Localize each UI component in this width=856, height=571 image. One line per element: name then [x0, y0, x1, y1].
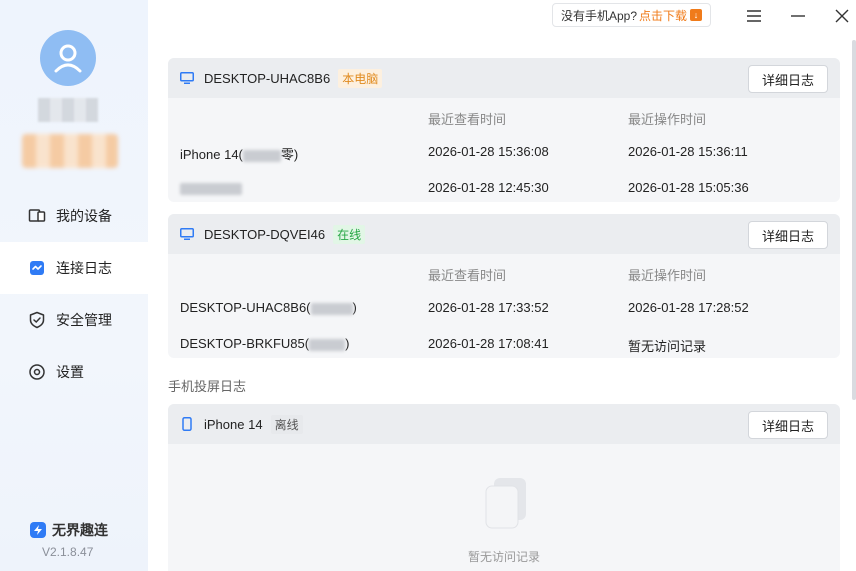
table-row: 2026-01-28 12:45:30 2026-01-28 15:05:36 [168, 170, 840, 202]
last-operation-time: 2026-01-28 15:05:36 [628, 180, 749, 195]
close-icon [835, 9, 849, 23]
download-app-promo[interactable]: 没有手机App? 点击下载 ↓ [552, 3, 712, 27]
device-log-card: DESKTOP-UHAC8B6 本电脑 详细日志 最近查看时间 最近操作时间 i… [168, 58, 840, 202]
brand-name: 无界趣连 [52, 522, 108, 538]
card-header: DESKTOP-UHAC8B6 本电脑 详细日志 [168, 58, 840, 98]
column-header: 最近查看时间 最近操作时间 [168, 98, 840, 134]
empty-state-icon [485, 478, 526, 529]
device-log-card: DESKTOP-DQVEI46 在线 详细日志 最近查看时间 最近操作时间 DE… [168, 214, 840, 358]
section-title-mobile-log: 手机投屏日志 [168, 379, 247, 394]
empty-state-text: 暂无访问记录 [468, 550, 541, 564]
col-last-view: 最近查看时间 [428, 112, 507, 127]
device-name: iPhone 14 [204, 416, 263, 432]
last-view-time: 2026-01-28 17:33:52 [428, 300, 549, 315]
promo-download-link[interactable]: 点击下载 [639, 7, 687, 24]
detail-log-button[interactable]: 详细日志 [748, 411, 828, 439]
detail-log-button[interactable]: 详细日志 [748, 221, 828, 249]
connected-device-name [180, 180, 242, 195]
brand: 无界趣连 [30, 520, 108, 540]
col-last-operation: 最近操作时间 [628, 112, 707, 127]
card-header: DESKTOP-DQVEI46 在线 详细日志 [168, 214, 840, 254]
membership-badge-redacted[interactable] [22, 134, 118, 168]
detail-log-button[interactable]: 详细日志 [748, 65, 828, 93]
log-icon [30, 261, 44, 275]
column-header: 最近查看时间 最近操作时间 [168, 254, 840, 290]
card-header: iPhone 14 离线 详细日志 [168, 404, 840, 444]
monitor-icon [180, 72, 194, 84]
table-row: DESKTOP-UHAC8B6() 2026-01-28 17:33:52 20… [168, 290, 840, 326]
status-badge: 在线 [333, 224, 366, 244]
minimize-icon [791, 15, 805, 17]
last-view-time: 2026-01-28 17:08:41 [428, 336, 549, 351]
sidebar-item-label: 安全管理 [56, 312, 112, 328]
status-badge: 离线 [270, 414, 303, 434]
user-avatar[interactable] [40, 30, 96, 86]
table-row: iPhone 14(零) 2026-01-28 15:36:08 2026-01… [168, 134, 840, 170]
download-icon: ↓ [690, 9, 703, 21]
sidebar-item-connection-log[interactable]: 连接日志 [0, 242, 148, 294]
col-last-view: 最近查看时间 [428, 268, 507, 283]
connected-device-name: DESKTOP-UHAC8B6() [180, 300, 357, 315]
last-view-time: 2026-01-28 15:36:08 [428, 144, 549, 159]
sidebar-item-label: 我的设备 [56, 208, 112, 224]
user-icon [54, 44, 82, 73]
sidebar-item-label: 连接日志 [56, 260, 112, 276]
promo-text: 没有手机App? [561, 8, 638, 23]
version-label: V2.1.8.47 [42, 545, 94, 559]
minimize-button[interactable] [788, 6, 808, 26]
sidebar: 我的设备 连接日志 安全管理 设置 无界趣连 V2.1.8.47 [0, 0, 148, 571]
sidebar-item-my-devices[interactable]: 我的设备 [0, 190, 148, 242]
connected-device-name: DESKTOP-BRKFU85() [180, 336, 350, 351]
last-operation-time: 2026-01-28 15:36:11 [628, 144, 748, 159]
device-name: DESKTOP-DQVEI46 [204, 226, 326, 242]
last-operation-time: 2026-01-28 17:28:52 [628, 300, 749, 315]
username-redacted [38, 98, 98, 122]
gear-icon [29, 364, 45, 380]
close-button[interactable] [832, 6, 852, 26]
menu-button[interactable] [744, 6, 764, 26]
scrollbar[interactable] [852, 40, 856, 400]
sidebar-item-settings[interactable]: 设置 [0, 346, 148, 398]
connected-device-name: iPhone 14(零) [180, 147, 299, 162]
last-view-time: 2026-01-28 12:45:30 [428, 180, 549, 195]
sidebar-item-label: 设置 [56, 364, 84, 380]
brand-logo-icon [30, 522, 46, 538]
hamburger-icon [747, 10, 761, 22]
device-name: DESKTOP-UHAC8B6 [204, 70, 331, 86]
main-content: DESKTOP-UHAC8B6 本电脑 详细日志 最近查看时间 最近操作时间 i… [148, 40, 856, 571]
phone-icon [182, 417, 192, 431]
devices-icon [28, 209, 46, 222]
last-operation-time: 暂无访问记录 [628, 339, 707, 354]
status-badge: 本电脑 [338, 68, 383, 88]
mobile-log-card: iPhone 14 离线 详细日志 暂无访问记录 [168, 404, 840, 571]
sidebar-nav: 我的设备 连接日志 安全管理 设置 [0, 190, 148, 398]
shield-icon [29, 311, 45, 329]
sidebar-item-security[interactable]: 安全管理 [0, 294, 148, 346]
monitor-icon [180, 228, 194, 240]
table-row: DESKTOP-BRKFU85() 2026-01-28 17:08:41 暂无… [168, 326, 840, 358]
col-last-operation: 最近操作时间 [628, 268, 707, 283]
